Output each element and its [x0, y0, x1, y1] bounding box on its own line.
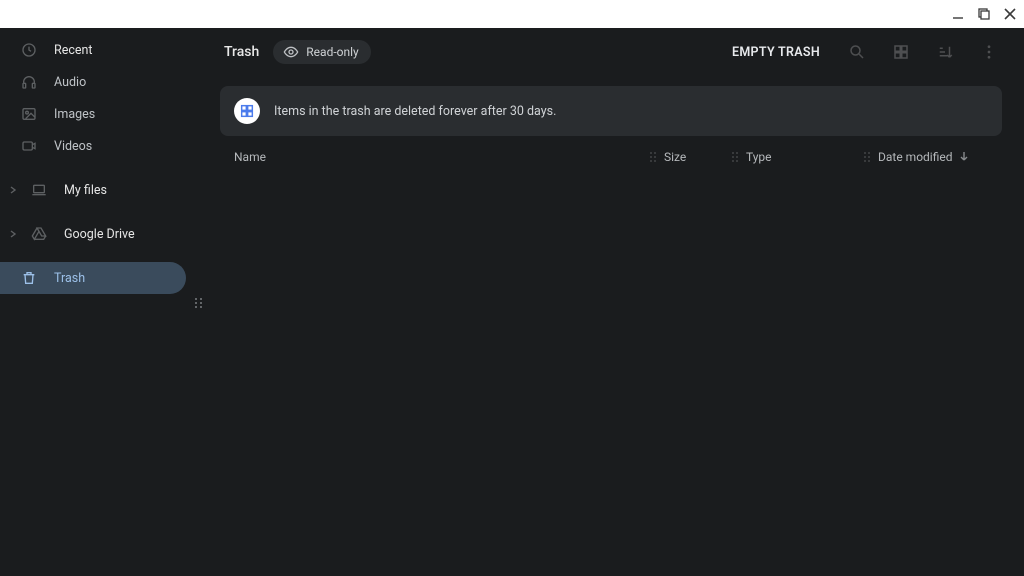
image-icon: [20, 105, 38, 123]
page-title: Trash: [224, 44, 259, 60]
sidebar-item-label: My files: [64, 183, 107, 198]
video-icon: [20, 137, 38, 155]
clock-icon: [20, 41, 38, 59]
headphones-icon: [20, 73, 38, 91]
grid-view-icon[interactable]: [886, 37, 916, 67]
search-icon[interactable]: [842, 37, 872, 67]
sidebar-item-label: Videos: [54, 139, 92, 154]
sidebar-item-label: Trash: [54, 271, 85, 286]
empty-trash-button[interactable]: EMPTY TRASH: [724, 39, 828, 66]
sidebar-resize-handle[interactable]: [194, 294, 204, 313]
more-icon[interactable]: [974, 37, 1004, 67]
maximize-button[interactable]: [976, 6, 992, 22]
col-type[interactable]: Type: [746, 150, 856, 164]
chevron-right-icon: [8, 230, 18, 238]
col-date-modified[interactable]: Date modified: [878, 150, 998, 164]
column-headers: Name Size Type Date modified: [206, 144, 1016, 170]
banner-text: Items in the trash are deleted forever a…: [274, 104, 556, 119]
window-titlebar: [0, 0, 1024, 28]
readonly-chip: Read-only: [273, 40, 370, 64]
sort-icon[interactable]: [930, 37, 960, 67]
col-size[interactable]: Size: [664, 150, 724, 164]
minimize-button[interactable]: [950, 6, 966, 22]
content-header: Trash Read-only EMPTY TRASH: [206, 28, 1016, 76]
sidebar: Recent Audio Images Videos: [0, 28, 206, 576]
sidebar-item-audio[interactable]: Audio: [0, 66, 206, 98]
sidebar-item-recent[interactable]: Recent: [0, 34, 206, 66]
info-banner: Items in the trash are deleted forever a…: [220, 86, 1002, 136]
banner-icon: [234, 98, 260, 124]
sidebar-group-drive[interactable]: Google Drive: [0, 218, 206, 250]
chip-label: Read-only: [306, 45, 358, 59]
sidebar-item-label: Google Drive: [64, 227, 135, 242]
sidebar-item-label: Audio: [54, 75, 86, 90]
sidebar-item-label: Images: [54, 107, 95, 122]
sidebar-item-videos[interactable]: Videos: [0, 130, 206, 162]
laptop-icon: [30, 181, 48, 199]
sidebar-item-trash[interactable]: Trash: [0, 262, 186, 294]
sidebar-item-label: Recent: [54, 43, 93, 58]
chevron-right-icon: [8, 186, 18, 194]
close-button[interactable]: [1002, 6, 1018, 22]
content-area: Trash Read-only EMPTY TRASH: [206, 28, 1024, 576]
col-name[interactable]: Name: [234, 150, 642, 164]
grip-icon[interactable]: [648, 151, 658, 163]
sidebar-group-myfiles[interactable]: My files: [0, 174, 206, 206]
trash-icon: [20, 269, 38, 287]
drive-icon: [30, 225, 48, 243]
sort-desc-icon: [959, 150, 969, 164]
eye-icon: [283, 44, 299, 60]
col-date-label: Date modified: [878, 150, 953, 164]
sidebar-item-images[interactable]: Images: [0, 98, 206, 130]
grip-icon[interactable]: [862, 151, 872, 163]
grip-icon[interactable]: [730, 151, 740, 163]
